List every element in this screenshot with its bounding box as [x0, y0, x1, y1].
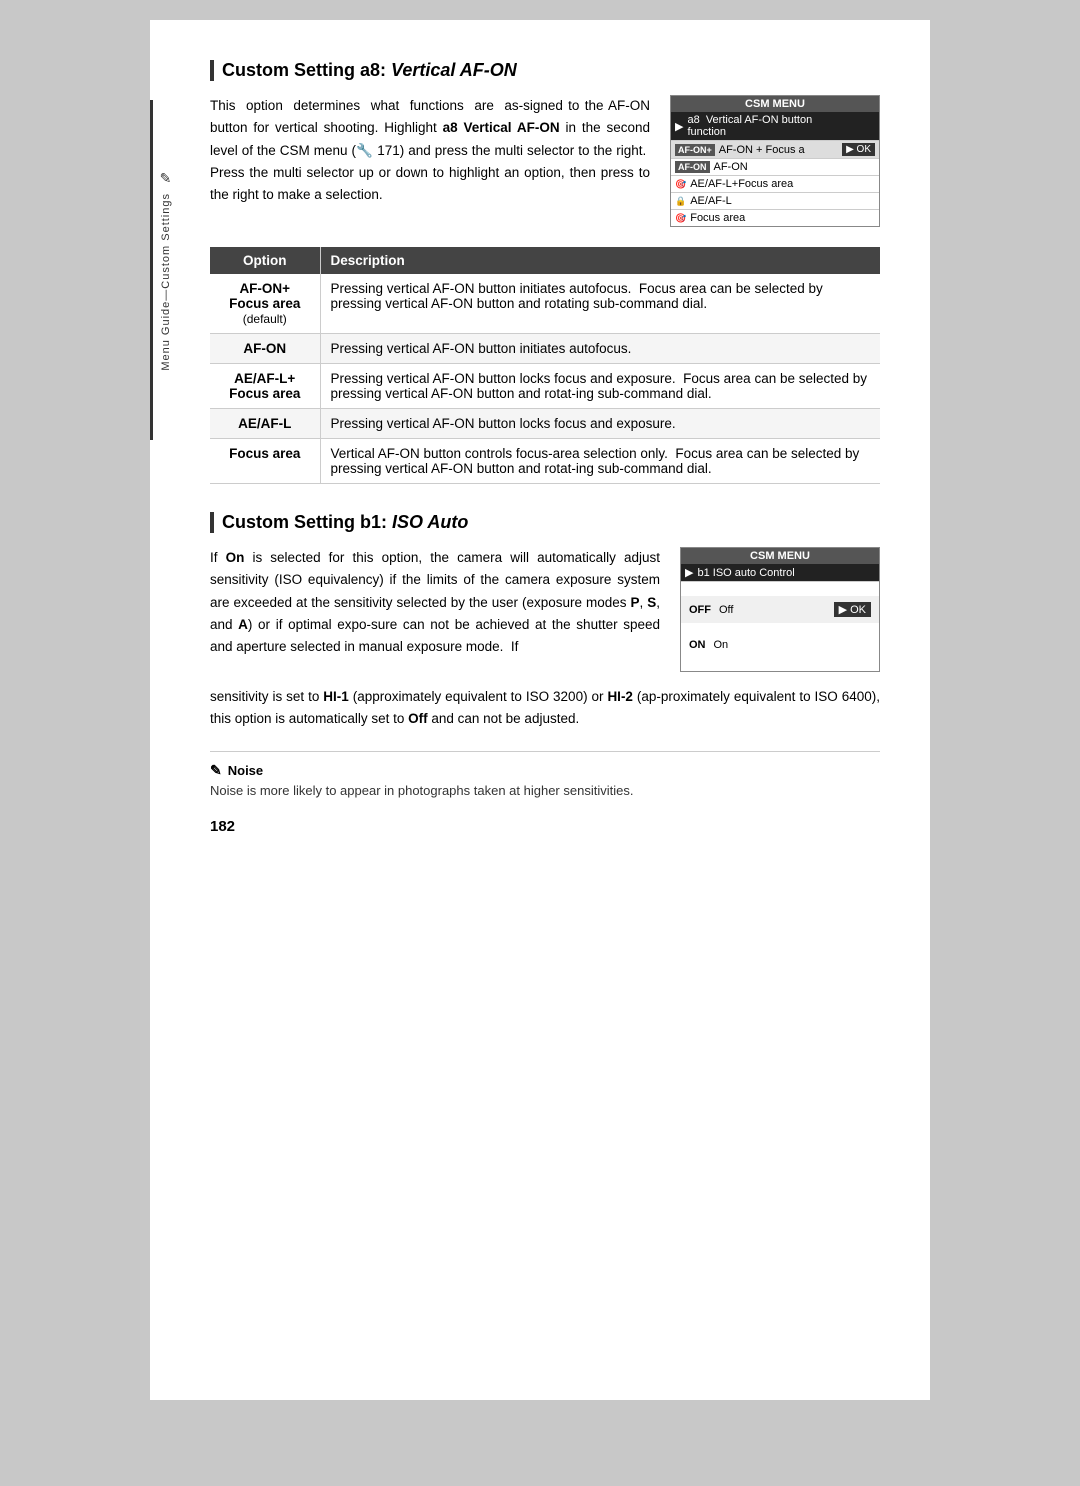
a8-bold-ref: a8 Vertical AF-ON: [443, 120, 560, 135]
csm-spacer2: [681, 623, 879, 633]
section-a8-content: This option determines what functions ar…: [210, 95, 880, 227]
b1-p-bold: P: [630, 595, 639, 610]
table-header-option: Option: [210, 247, 320, 274]
page-number: 182: [210, 818, 880, 835]
off-label: Off: [719, 604, 733, 616]
section-b1-text: If On is selected for this option, the c…: [210, 547, 660, 672]
csm-row-arrow-icon: ▶: [675, 120, 683, 133]
section-a8-heading: Custom Setting a8: Vertical AF-ON: [210, 60, 880, 81]
csm-spacer: [681, 582, 879, 596]
table-row: AF-ON+Focus area(default) Pressing verti…: [210, 274, 880, 334]
csm-menu-row-aeafl: 🔒 AE/AF-L: [671, 193, 879, 210]
on-label: On: [714, 639, 729, 651]
section-b1-continued: sensitivity is set to HI-1 (approximatel…: [210, 686, 880, 731]
csm-menu-row-afon: AF-ON AF-ON: [671, 159, 879, 176]
focus-area-icon: 🎯: [675, 213, 686, 224]
ok-btn-afon: ▶ OK: [842, 143, 875, 156]
table-row: AF-ON Pressing vertical AF-ON button ini…: [210, 334, 880, 364]
aeafl-focus-icon: 🎯: [675, 179, 686, 190]
table-row: Focus area Vertical AF-ON button control…: [210, 439, 880, 484]
csm-menu-b1-row-title: ▶ b1 ISO auto Control: [681, 564, 879, 582]
b1-s-bold: S: [647, 595, 656, 610]
hi2-bold: HI-2: [607, 689, 633, 704]
note-label: Noise: [228, 763, 263, 778]
section-b1-heading-prefix: Custom Setting b1:: [222, 512, 392, 532]
ok-btn-off: ▶ OK: [834, 602, 871, 617]
table-cell-desc-5: Vertical AF-ON button controls focus-are…: [320, 439, 880, 484]
csm-menu-row-a8-title: ▶ a8 Vertical AF-ON buttonfunction: [671, 112, 879, 141]
table-row: AE/AF-L+Focus area Pressing vertical AF-…: [210, 364, 880, 409]
section-a8-text: This option determines what functions ar…: [210, 95, 650, 227]
section-b1-heading-italic: ISO Auto: [392, 512, 468, 532]
csm-menu-row-aeafl-focus: 🎯 AE/AF-L+Focus area: [671, 176, 879, 193]
section-a8-heading-prefix: Custom Setting a8:: [222, 60, 391, 80]
section-a8-heading-italic: Vertical AF-ON: [391, 60, 517, 80]
csm-menu-row-afon-focus: AF-ON+ AF-ON + Focus a ▶ OK: [671, 141, 879, 159]
afon-only-icon: AF-ON: [675, 161, 710, 173]
csm-menu-a8: CSM MENU ▶ a8 Vertical AF-ON buttonfunct…: [670, 95, 880, 227]
options-table-a8: Option Description AF-ON+Focus area(defa…: [210, 247, 880, 484]
table-cell-option-2: AF-ON: [210, 334, 320, 364]
table-row: AE/AF-L Pressing vertical AF-ON button l…: [210, 409, 880, 439]
off-code: OFF: [689, 604, 711, 616]
sidebar-tab-label: Menu Guide—Custom Settings: [160, 193, 172, 371]
sidebar-tab: ✎ Menu Guide—Custom Settings: [150, 100, 178, 440]
csm-menu-b1: CSM MENU ▶ b1 ISO auto Control OFF Off ▶…: [680, 547, 880, 672]
csm-menu-a8-title: CSM MENU: [671, 96, 879, 112]
csm-row-on: ON On: [681, 633, 879, 657]
csm-row-off: OFF Off ▶ OK: [681, 596, 879, 623]
table-header-description: Description: [320, 247, 880, 274]
note-box: ✎ Noise Noise is more likely to appear i…: [210, 751, 880, 798]
section-b1-heading: Custom Setting b1: ISO Auto: [210, 512, 880, 533]
table-cell-option-1: AF-ON+Focus area(default): [210, 274, 320, 334]
note-title: ✎ Noise: [210, 762, 880, 779]
b1-a-bold: A: [238, 617, 248, 632]
off-bold: Off: [408, 711, 428, 726]
table-cell-desc-3: Pressing vertical AF-ON button locks foc…: [320, 364, 880, 409]
table-cell-desc-4: Pressing vertical AF-ON button locks foc…: [320, 409, 880, 439]
b1-row-title-label: b1 ISO auto Control: [697, 567, 794, 579]
csm-menu-row-focus-area: 🎯 Focus area: [671, 210, 879, 226]
table-cell-option-5: Focus area: [210, 439, 320, 484]
hi1-bold: HI-1: [323, 689, 349, 704]
b1-row-arrow: ▶: [685, 566, 693, 579]
note-pencil-icon: ✎: [210, 762, 222, 779]
section-b1-content: If On is selected for this option, the c…: [210, 547, 880, 672]
table-cell-option-4: AE/AF-L: [210, 409, 320, 439]
section-b1: Custom Setting b1: ISO Auto If On is sel…: [210, 512, 880, 798]
b1-on-bold: On: [226, 550, 245, 565]
table-cell-desc-1: Pressing vertical AF-ON button initiates…: [320, 274, 880, 334]
csm-menu-b1-title: CSM MENU: [681, 548, 879, 564]
on-code: ON: [689, 639, 706, 651]
sidebar-menu-icon: ✎: [160, 170, 172, 187]
note-text: Noise is more likely to appear in photog…: [210, 783, 880, 798]
page-container: ✎ Menu Guide—Custom Settings Custom Sett…: [150, 20, 930, 1400]
csm-spacer3: [681, 657, 879, 671]
table-cell-option-3: AE/AF-L+Focus area: [210, 364, 320, 409]
table-cell-desc-2: Pressing vertical AF-ON button initiates…: [320, 334, 880, 364]
afon-icon: AF-ON+: [675, 144, 715, 156]
aeafl-icon: 🔒: [675, 196, 686, 207]
